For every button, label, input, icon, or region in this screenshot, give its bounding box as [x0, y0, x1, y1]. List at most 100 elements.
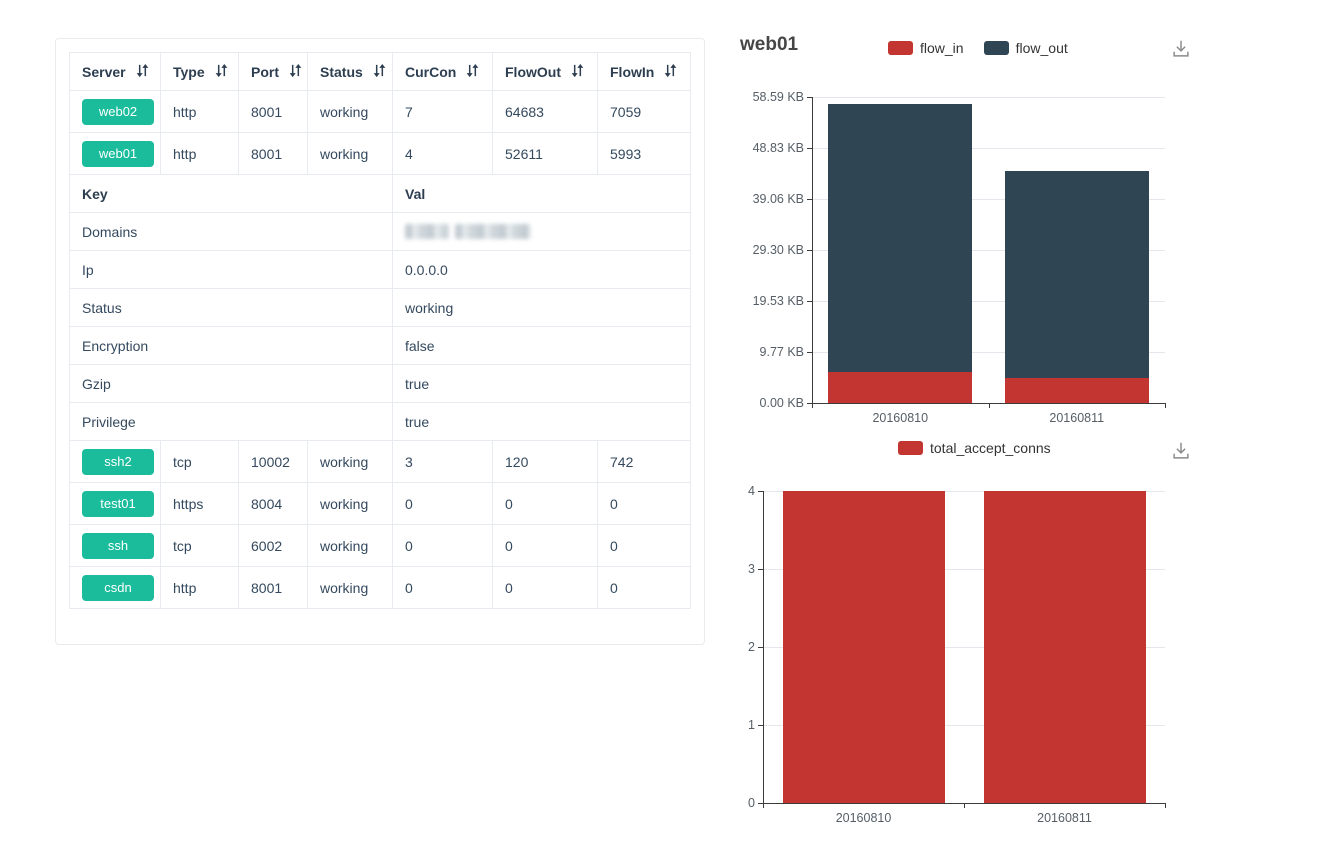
cell-curcon: 3	[393, 441, 493, 483]
column-header-flowout[interactable]: FlowOut	[493, 53, 598, 91]
x-axis-tick	[964, 803, 965, 808]
cell-status: working	[308, 483, 393, 525]
column-header-label: Port	[251, 64, 279, 80]
server-cell: csdn	[70, 567, 161, 609]
download-icon[interactable]	[1170, 38, 1192, 60]
cell-port: 8001	[239, 91, 308, 133]
column-header-type[interactable]: Type	[161, 53, 239, 91]
y-axis-label: 9.77 KB	[732, 345, 804, 359]
flow-out-swatch	[984, 41, 1009, 55]
kv-row: Privilegetrue	[70, 403, 691, 441]
cell-status: working	[308, 567, 393, 609]
server-button-web01[interactable]: web01	[82, 141, 154, 167]
server-cell: web01	[70, 133, 161, 175]
legend-label: flow_in	[920, 40, 964, 56]
sort-icon[interactable]	[372, 63, 387, 81]
y-axis-label: 2	[683, 640, 755, 654]
cell-flowout: 64683	[493, 91, 598, 133]
bar-total_accept_conns-20160810	[783, 491, 945, 803]
cell-type: tcp	[161, 525, 239, 567]
server-table: ServerTypePortStatusCurConFlowOutFlowInw…	[69, 52, 691, 609]
server-cell: ssh	[70, 525, 161, 567]
y-axis-line	[763, 491, 764, 804]
cell-flowin: 5993	[598, 133, 691, 175]
x-axis-tick	[812, 403, 813, 408]
conns-chart-legend: total_accept_conns	[898, 440, 1051, 456]
cell-flowin: 0	[598, 525, 691, 567]
x-axis-label: 20160810	[804, 811, 924, 825]
cell-port: 8001	[239, 567, 308, 609]
x-axis-label: 20160810	[840, 411, 960, 425]
kv-key-header: Key	[70, 175, 393, 213]
kv-row: Domains	[70, 213, 691, 251]
sort-icon[interactable]	[135, 63, 150, 81]
cell-status: working	[308, 133, 393, 175]
cell-type: http	[161, 133, 239, 175]
legend-label: total_accept_conns	[930, 440, 1051, 456]
dashboard-page: ServerTypePortStatusCurConFlowOutFlowInw…	[0, 0, 1339, 860]
x-axis-tick	[1165, 403, 1166, 408]
y-axis-label: 3	[683, 562, 755, 576]
sort-icon[interactable]	[288, 63, 303, 81]
bar-flow_in-20160811	[1005, 378, 1149, 403]
column-header-port[interactable]: Port	[239, 53, 308, 91]
y-axis-line	[812, 97, 813, 404]
kv-val: true	[393, 403, 691, 441]
kv-val: false	[393, 327, 691, 365]
column-header-flowin[interactable]: FlowIn	[598, 53, 691, 91]
column-header-status[interactable]: Status	[308, 53, 393, 91]
server-cell: test01	[70, 483, 161, 525]
table-row: web01http8001working4526115993	[70, 133, 691, 175]
sort-icon[interactable]	[214, 63, 229, 81]
y-axis-label: 48.83 KB	[732, 141, 804, 155]
server-cell: ssh2	[70, 441, 161, 483]
legend-label: flow_out	[1016, 40, 1068, 56]
kv-key: Privilege	[70, 403, 393, 441]
kv-key: Domains	[70, 213, 393, 251]
y-axis-label: 19.53 KB	[732, 294, 804, 308]
kv-row: Encryptionfalse	[70, 327, 691, 365]
cell-type: https	[161, 483, 239, 525]
chart-conns-panel: total_accept_conns 432102016081020160811	[720, 432, 1200, 836]
x-axis-label: 20160811	[1017, 411, 1137, 425]
kv-val	[393, 213, 691, 251]
chart-flow-panel: web01 flow_in flow_out 58.59 KB48.83 KB3…	[720, 20, 1200, 432]
column-header-label: FlowIn	[610, 64, 654, 80]
sort-icon[interactable]	[465, 63, 480, 81]
cell-port: 8004	[239, 483, 308, 525]
server-button-csdn[interactable]: csdn	[82, 575, 154, 601]
kv-row: Ip0.0.0.0	[70, 251, 691, 289]
sort-icon[interactable]	[570, 63, 585, 81]
legend-item-flow-in[interactable]: flow_in	[888, 40, 964, 56]
x-axis-tick	[989, 403, 990, 408]
cell-flowin: 0	[598, 483, 691, 525]
cell-port: 10002	[239, 441, 308, 483]
kv-key: Ip	[70, 251, 393, 289]
cell-curcon: 0	[393, 567, 493, 609]
cell-curcon: 0	[393, 525, 493, 567]
total-accept-conns-swatch	[898, 441, 923, 455]
x-axis-label: 20160811	[1005, 811, 1125, 825]
column-header-curcon[interactable]: CurCon	[393, 53, 493, 91]
table-header-row: ServerType Port StatusCurConFlowOut FlowIn	[70, 53, 691, 91]
server-button-web02[interactable]: web02	[82, 99, 154, 125]
cell-flowout: 0	[493, 525, 598, 567]
sort-icon[interactable]	[663, 63, 678, 81]
legend-item-flow-out[interactable]: flow_out	[984, 40, 1068, 56]
cell-curcon: 7	[393, 91, 493, 133]
server-button-ssh[interactable]: ssh	[82, 533, 154, 559]
kv-key: Status	[70, 289, 393, 327]
y-axis-label: 4	[683, 484, 755, 498]
download-icon[interactable]	[1170, 440, 1192, 462]
kv-row: Gziptrue	[70, 365, 691, 403]
server-cell: web02	[70, 91, 161, 133]
server-table-card: ServerTypePortStatusCurConFlowOutFlowInw…	[55, 38, 705, 645]
column-header-server[interactable]: Server	[70, 53, 161, 91]
redacted-domains-value	[405, 224, 678, 239]
kv-key: Gzip	[70, 365, 393, 403]
bar-flow_out-20160810	[828, 104, 972, 372]
legend-item-total-accept-conns[interactable]: total_accept_conns	[898, 440, 1051, 456]
server-button-ssh2[interactable]: ssh2	[82, 449, 154, 475]
server-button-test01[interactable]: test01	[82, 491, 154, 517]
cell-type: tcp	[161, 441, 239, 483]
